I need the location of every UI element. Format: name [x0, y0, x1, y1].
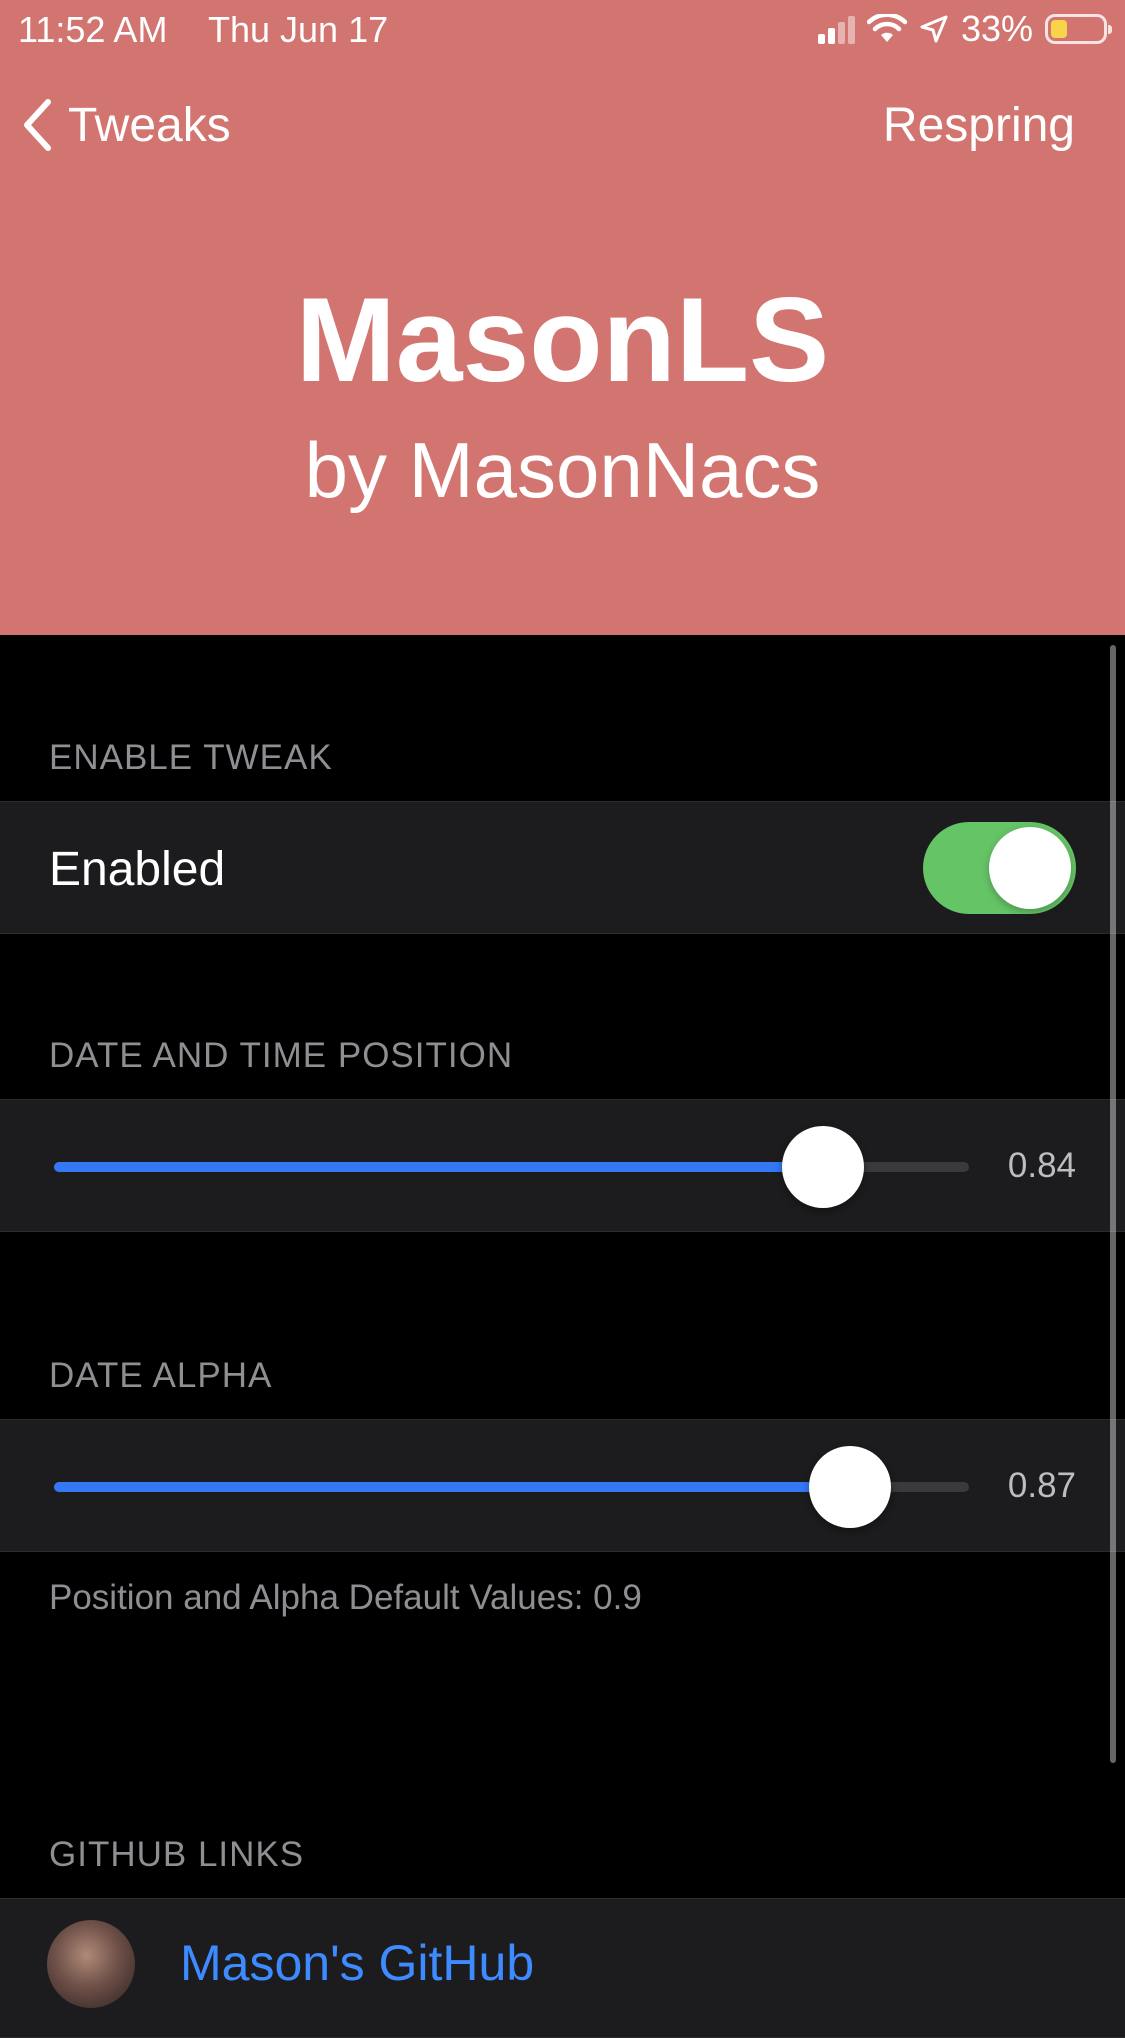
section-header-enable: ENABLE TWEAK — [49, 738, 333, 777]
section-header-alpha: DATE ALPHA — [49, 1356, 273, 1395]
status-bar: 11:52 AM Thu Jun 17 33% — [0, 0, 1125, 60]
status-date: Thu Jun 17 — [208, 9, 389, 50]
wifi-icon — [866, 14, 907, 42]
github-cell[interactable] — [0, 1898, 1125, 2038]
github-link[interactable]: Mason's GitHub — [180, 1934, 534, 1992]
enabled-cell: Enabled — [0, 801, 1125, 934]
chevron-left-icon — [24, 99, 51, 151]
back-button[interactable]: Tweaks — [22, 90, 231, 160]
signal-icon — [817, 14, 855, 44]
slider-thumb[interactable] — [809, 1446, 892, 1528]
scrollbar[interactable] — [1110, 645, 1116, 1763]
tweak-title: MasonLS — [295, 273, 830, 407]
enabled-toggle[interactable] — [923, 822, 1076, 914]
tweak-author: by MasonNacs — [304, 426, 821, 514]
slider-fill — [54, 1162, 823, 1172]
location-icon — [920, 15, 948, 43]
toggle-knob — [989, 827, 1071, 909]
status-indicators: 33% — [817, 8, 1112, 49]
position-cell: 0.84 — [0, 1099, 1125, 1232]
navigation-bar: Tweaks Respring — [0, 90, 1125, 160]
status-time: 11:52 AM — [18, 9, 168, 50]
battery-percent: 33% — [960, 8, 1033, 49]
battery-level — [1051, 20, 1067, 38]
alpha-slider[interactable] — [54, 1444, 969, 1528]
respring-button[interactable]: Respring — [883, 90, 1075, 160]
battery-icon — [1045, 14, 1112, 44]
position-slider[interactable] — [54, 1124, 969, 1208]
slider-fill — [54, 1482, 851, 1492]
default-values-note: Position and Alpha Default Values: 0.9 — [49, 1578, 642, 1617]
avatar — [47, 1920, 135, 2008]
slider-thumb[interactable] — [781, 1126, 864, 1208]
header-banner: 11:52 AM Thu Jun 17 33% Tweaks Respring … — [0, 0, 1125, 635]
enabled-label: Enabled — [49, 843, 226, 896]
section-header-position: DATE AND TIME POSITION — [49, 1036, 514, 1075]
alpha-value: 0.87 — [1007, 1466, 1076, 1505]
back-button-label: Tweaks — [68, 98, 231, 152]
position-value: 0.84 — [1007, 1146, 1076, 1185]
alpha-cell: 0.87 — [0, 1419, 1125, 1552]
section-header-github: GITHUB LINKS — [49, 1835, 305, 1874]
